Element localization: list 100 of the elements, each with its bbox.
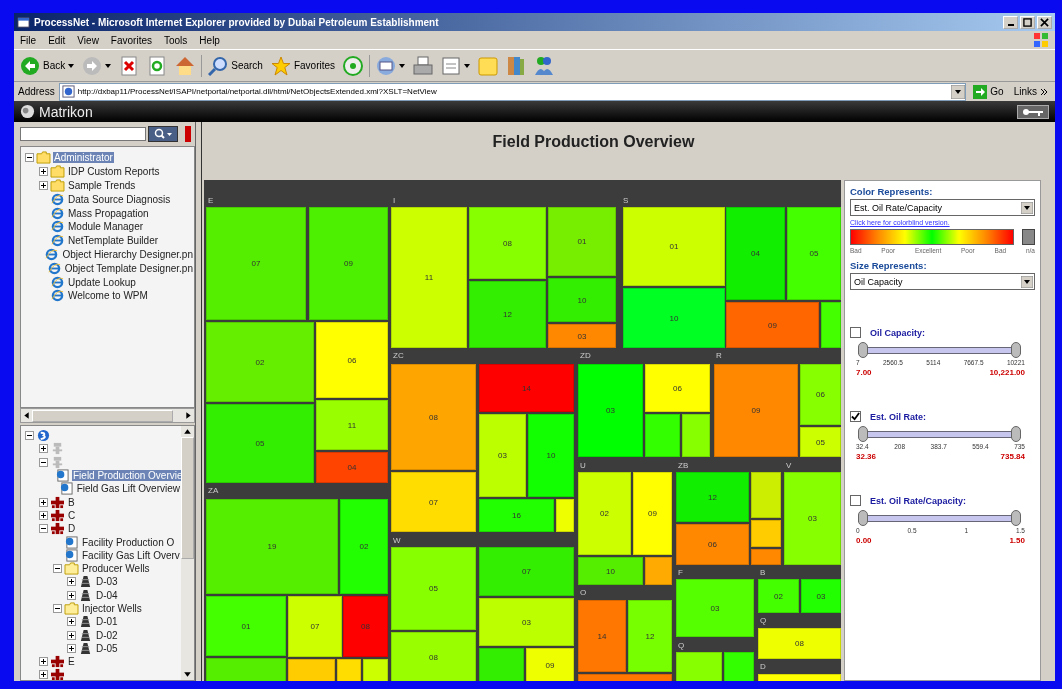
treemap-cell[interactable]: 02 (206, 322, 314, 402)
expander-icon[interactable] (25, 153, 34, 163)
expander-icon[interactable] (39, 444, 48, 454)
treemap-cell[interactable]: 04 (726, 207, 785, 300)
expander-icon[interactable] (67, 590, 76, 600)
treemap-cell[interactable]: 10 (528, 414, 574, 497)
tree-item[interactable]: IDP Custom Reports (67, 166, 161, 178)
treemap-cell[interactable]: 04 (316, 452, 388, 483)
treemap-cell[interactable]: 07 (206, 207, 306, 320)
links-button[interactable]: Links (1010, 86, 1051, 97)
treemap-cell[interactable] (758, 674, 841, 681)
search-button[interactable] (148, 126, 178, 142)
treemap-cell[interactable]: 10 (623, 288, 725, 348)
go-button[interactable]: Go (970, 84, 1007, 99)
expander-icon[interactable] (39, 670, 48, 680)
treemap-cell[interactable]: 07 (479, 547, 574, 596)
tree-item[interactable]: D-04 (95, 589, 119, 601)
treemap-cell[interactable]: 19 (206, 499, 338, 594)
treemap-cell[interactable]: 03 (578, 364, 643, 457)
treemap-cell[interactable]: 12 (628, 600, 672, 672)
tree-item[interactable]: NetTemplate Builder (67, 235, 160, 247)
menu-item[interactable]: Edit (48, 34, 66, 46)
menu-item[interactable]: Help (199, 34, 220, 46)
treemap-cell[interactable]: 08 (391, 364, 476, 470)
tree-item[interactable]: C (67, 509, 77, 521)
toolbar-button[interactable]: Back (18, 55, 77, 76)
treemap-cell[interactable] (821, 302, 841, 348)
close-button[interactable] (1037, 15, 1052, 29)
treemap-cell[interactable]: 05 (800, 427, 841, 457)
treemap-cell[interactable]: 03 (548, 324, 616, 348)
treemap-cell[interactable]: 10 (578, 557, 643, 585)
treemap-cell[interactable]: 05 (391, 547, 476, 630)
treemap-cell[interactable]: 03 (479, 414, 526, 497)
treemap-cell[interactable]: 08 (391, 632, 476, 681)
tree-item[interactable]: Object Template Designer.pn (63, 262, 194, 274)
menu-item[interactable]: Tools (164, 34, 188, 46)
tree-item[interactable]: Mass Propagation (67, 207, 150, 219)
tree-item[interactable]: Facility Gas Lift Overv (81, 549, 181, 561)
expander-icon[interactable] (53, 564, 62, 574)
dropdown-icon[interactable] (951, 84, 966, 99)
treemap-cell[interactable]: 12 (469, 281, 546, 348)
treemap-cell[interactable]: 11 (316, 400, 388, 450)
treemap-cell[interactable]: 05 (206, 404, 314, 483)
treemap-cell[interactable]: 07 (391, 472, 476, 532)
checkbox[interactable] (850, 327, 861, 338)
treemap-cell[interactable]: 12 (676, 472, 749, 522)
tree-item[interactable]: D-02 (95, 629, 119, 641)
toolbar-button[interactable] (374, 55, 408, 76)
tree-item[interactable]: Update Lookup (67, 276, 137, 288)
toolbar-button[interactable] (411, 55, 436, 76)
treemap-cell[interactable] (578, 674, 672, 681)
treemap-cell[interactable]: 08 (758, 628, 841, 659)
slider-thumb[interactable] (858, 426, 868, 442)
treemap-cell[interactable]: 11 (391, 207, 467, 348)
tree-item[interactable]: Object Hierarchy Designer.pn (61, 248, 194, 260)
address-field[interactable]: http://dxbap11/ProcessNet/ISAPI/netportal/netportal.dll/html/NetObjectsExtended.xml?XSLT=NetView (58, 82, 967, 101)
color-dropdown[interactable]: Est. Oil Rate/Capacity (850, 199, 1035, 216)
treemap-cell[interactable]: 06 (800, 364, 841, 425)
expander-icon[interactable] (39, 497, 48, 507)
treemap-cell[interactable] (288, 659, 335, 681)
scrollbar-thumb[interactable] (32, 409, 173, 422)
treemap-cell[interactable]: 10 (548, 278, 616, 322)
treemap-cell[interactable]: 16 (479, 499, 554, 532)
tree-item[interactable]: D-03 (95, 576, 119, 588)
treemap-cell[interactable] (363, 659, 388, 681)
treemap-cell[interactable]: 01 (206, 596, 286, 656)
expander-icon[interactable] (39, 167, 48, 177)
dropdown-icon[interactable] (1021, 201, 1033, 214)
slider-thumb[interactable] (858, 510, 868, 526)
treemap-cell[interactable]: 06 (316, 322, 388, 398)
treemap-cell[interactable]: 02 (578, 472, 631, 555)
treemap-cell[interactable]: 03 (784, 472, 841, 565)
tree-item[interactable]: Module Manager (67, 221, 145, 233)
treemap-cell[interactable]: 06 (676, 524, 749, 565)
toolbar-button[interactable]: Search (206, 55, 265, 76)
menu-item[interactable]: Favorites (110, 34, 152, 46)
key-button[interactable] (1017, 104, 1049, 119)
tree-item[interactable]: D-01 (95, 616, 119, 628)
treemap-cell[interactable] (751, 472, 781, 518)
tree-item[interactable]: E (67, 656, 76, 668)
treemap-cell[interactable] (556, 499, 574, 532)
treemap-cell[interactable] (645, 557, 672, 585)
treemap-cell[interactable] (751, 520, 781, 547)
expander-icon[interactable] (39, 657, 48, 667)
tree-item[interactable]: Facility Production O (81, 536, 176, 548)
scrollbar-thumb[interactable] (181, 437, 194, 559)
scroll-down-icon[interactable] (182, 669, 193, 680)
expander-icon[interactable] (53, 604, 62, 613)
treemap-cell[interactable]: 09 (726, 302, 819, 348)
tree-item[interactable]: Administrator (53, 152, 114, 164)
expander-icon[interactable] (67, 630, 76, 640)
checkbox[interactable] (850, 495, 861, 506)
checkbox[interactable] (850, 411, 861, 422)
treemap-cell[interactable] (337, 659, 361, 681)
treemap-cell[interactable] (206, 658, 286, 681)
menu-item[interactable]: View (77, 34, 99, 46)
treemap-cell[interactable]: 03 (479, 598, 574, 646)
splitter-bar[interactable] (195, 122, 202, 681)
tree-item[interactable]: Welcome to WPM (67, 290, 149, 302)
expander-icon[interactable] (67, 643, 76, 653)
